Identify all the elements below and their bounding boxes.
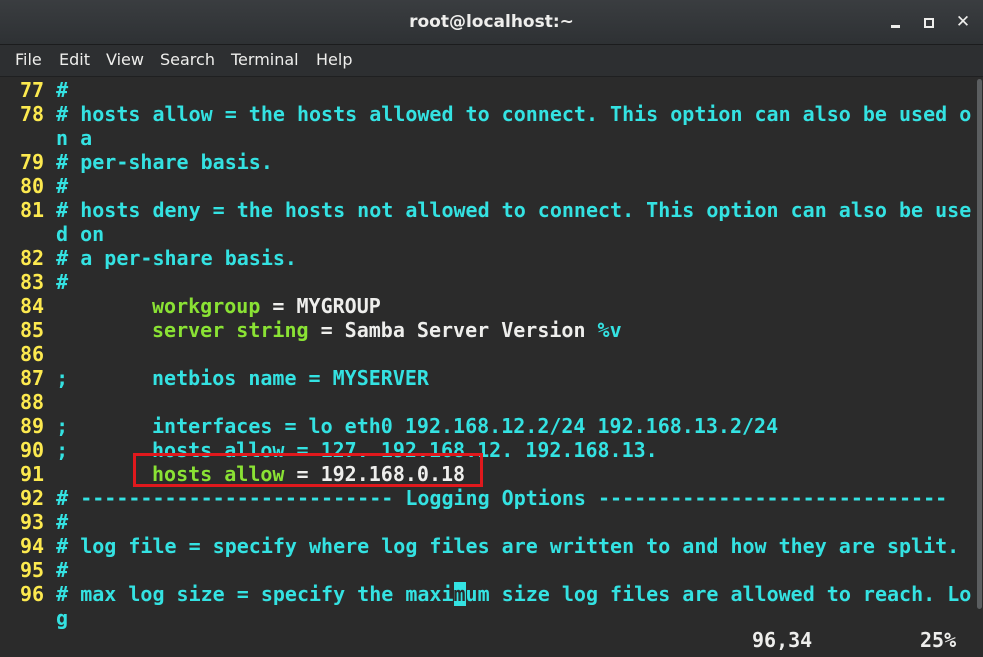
line-number: 85 — [20, 318, 45, 342]
line-87: 87 ; — [20, 366, 68, 390]
scrollbar[interactable] — [975, 77, 983, 657]
line-92: 92 # -------------------------- Logging … — [20, 486, 947, 510]
line-number: 81 — [20, 198, 45, 222]
line-number: 94 — [20, 534, 45, 558]
line-number: 86 — [20, 342, 45, 366]
menu-terminal[interactable]: Terminal — [231, 50, 299, 69]
line-87-content: netbios name = MYSERVER — [152, 366, 429, 390]
line-text-wrap: d on — [56, 222, 105, 246]
config-key: server string — [152, 318, 309, 342]
line-84: 84 — [20, 294, 44, 318]
line-number: 84 — [20, 294, 45, 318]
line-text: # a per-share basis. — [56, 246, 297, 270]
line-text: # — [56, 174, 69, 198]
close-button[interactable]: ✕ — [952, 11, 974, 33]
menu-search[interactable]: Search — [160, 50, 215, 69]
line-text: netbios name = MYSERVER — [152, 366, 429, 390]
line-80: 80 # — [20, 174, 68, 198]
line-89: 89 ; — [20, 414, 68, 438]
line-text: # — [56, 78, 69, 102]
line-82: 82 # a per-share basis. — [20, 246, 297, 270]
line-number: 95 — [20, 558, 45, 582]
line-78-wrap: n a — [56, 126, 92, 150]
line-77: 77 # — [20, 78, 68, 102]
menu-file[interactable]: File — [15, 50, 42, 69]
config-value: = MYGROUP — [272, 294, 381, 318]
line-number: 79 — [20, 150, 45, 174]
line-text: interfaces = lo eth0 192.168.12.2/24 192… — [152, 414, 779, 438]
line-93: 93 # — [20, 510, 68, 534]
line-79: 79 # per-share basis. — [20, 150, 273, 174]
comment-prefix: ; — [56, 366, 69, 390]
comment-prefix: ; — [56, 438, 69, 462]
scroll-percent: 25% — [920, 628, 957, 652]
title-bar[interactable]: root@localhost:~ ✕ — [0, 0, 983, 45]
line-78: 78 # hosts allow = the hosts allowed to … — [20, 102, 971, 126]
format-specifier: %v — [597, 318, 622, 342]
line-90: 90 ; — [20, 438, 68, 462]
line-number: 83 — [20, 270, 45, 294]
line-text: # log file = specify where log files are… — [56, 534, 960, 558]
line-text: # hosts deny = the hosts not allowed to … — [56, 198, 972, 222]
menu-bar: File Edit View Search Terminal Help — [0, 45, 983, 77]
line-96: 96 # max log size = specify the maximum … — [20, 582, 971, 606]
line-text: # — [56, 558, 69, 582]
line-number: 87 — [20, 366, 45, 390]
line-81: 81 # hosts deny = the hosts not allowed … — [20, 198, 971, 222]
highlight-annotation-box — [133, 453, 483, 487]
maximize-icon — [924, 17, 934, 28]
line-text: # max log size = specify the maxi — [56, 582, 454, 606]
text-cursor: m — [453, 582, 466, 606]
line-text-wrap: g — [56, 606, 69, 630]
menu-view[interactable]: View — [106, 50, 144, 69]
line-text-rest: um size log files are allowed to reach. … — [465, 582, 972, 606]
line-text: # — [56, 270, 69, 294]
window-title: root@localhost:~ — [409, 12, 574, 32]
line-95: 95 # — [20, 558, 68, 582]
line-number: 82 — [20, 246, 45, 270]
line-85: 85 — [20, 318, 44, 342]
config-key: workgroup — [152, 294, 261, 318]
line-number: 89 — [20, 414, 45, 438]
line-number: 80 — [20, 174, 45, 198]
scrollbar-thumb[interactable] — [977, 79, 982, 609]
line-text-wrap: n a — [56, 126, 93, 150]
cursor-position: 96,34 — [752, 628, 813, 652]
comment-prefix: ; — [56, 414, 69, 438]
line-number: 88 — [20, 390, 45, 414]
line-number: 90 — [20, 438, 45, 462]
line-96-wrap: g — [56, 606, 68, 630]
line-94: 94 # log file = specify where log files … — [20, 534, 959, 558]
line-number: 96 — [20, 582, 45, 606]
menu-help[interactable]: Help — [316, 50, 352, 69]
maximize-button[interactable] — [918, 11, 940, 33]
line-text: # per-share basis. — [56, 150, 273, 174]
line-number: 77 — [20, 78, 45, 102]
line-86: 86 — [20, 342, 44, 366]
line-number: 78 — [20, 102, 45, 126]
line-83: 83 # — [20, 270, 68, 294]
terminal-window: root@localhost:~ ✕ File Edit View Search… — [0, 0, 983, 657]
minimize-icon — [890, 25, 900, 28]
line-85-content: server string = Samba Server Version %v — [152, 318, 622, 342]
close-icon: ✕ — [955, 12, 971, 32]
line-number: 91 — [20, 462, 45, 486]
line-text: # hosts allow = the hosts allowed to con… — [56, 102, 972, 126]
line-text: # -------------------------- Logging Opt… — [56, 486, 948, 510]
line-number: 93 — [20, 510, 45, 534]
line-89-content: interfaces = lo eth0 192.168.12.2/24 192… — [152, 414, 778, 438]
line-number: 92 — [20, 486, 45, 510]
line-81-wrap: d on — [56, 222, 104, 246]
minimize-button[interactable] — [884, 11, 906, 33]
line-91: 91 — [20, 462, 44, 486]
config-value: = Samba Server Version — [320, 318, 598, 342]
menu-edit[interactable]: Edit — [59, 50, 90, 69]
line-88: 88 — [20, 390, 44, 414]
line-text: # — [56, 510, 69, 534]
line-84-content: workgroup = MYGROUP — [152, 294, 381, 318]
